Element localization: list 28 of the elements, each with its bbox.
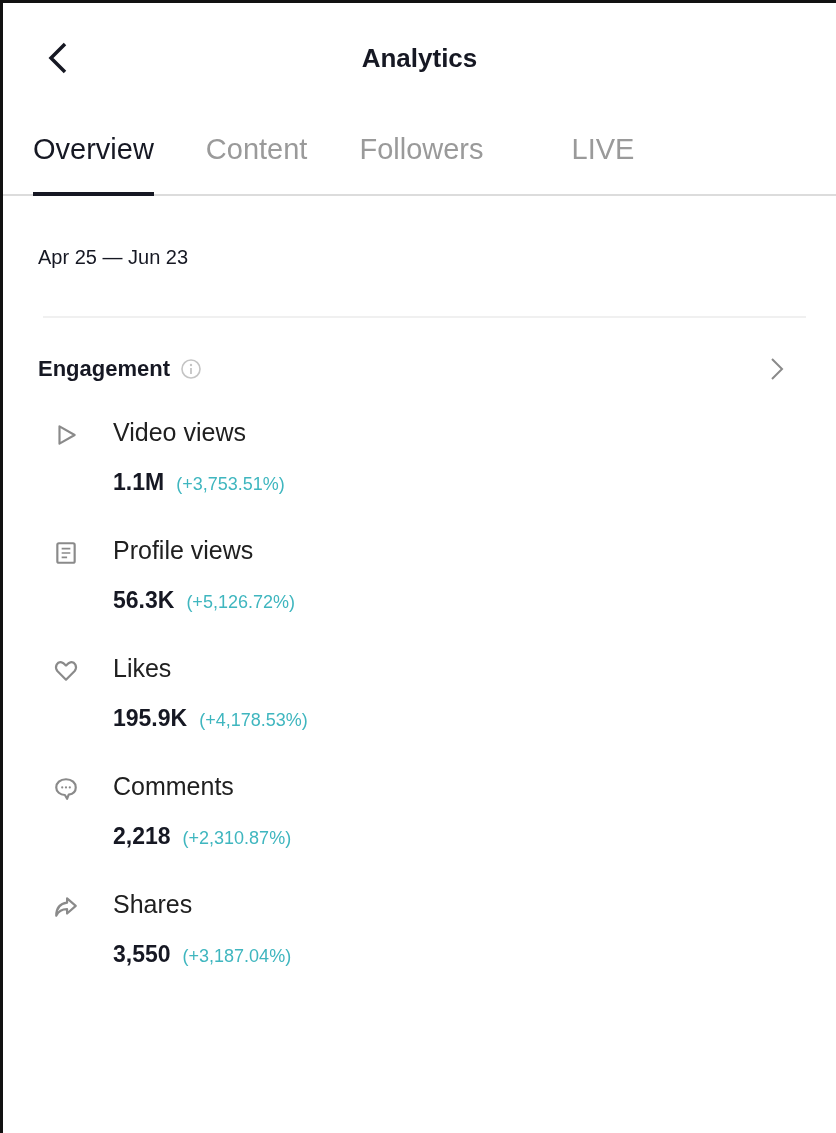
metric-label: Shares bbox=[113, 890, 194, 919]
metric-change: (+4,178.53%) bbox=[199, 710, 308, 731]
date-range: Apr 25 — Jun 23 bbox=[37, 245, 190, 270]
tab[interactable]: Followers bbox=[359, 113, 484, 196]
document-icon bbox=[53, 540, 79, 566]
metric-value: 3,550 bbox=[113, 941, 171, 968]
metric-label: Likes bbox=[113, 654, 173, 683]
metric-label: Profile views bbox=[113, 536, 255, 565]
heart-icon bbox=[53, 658, 79, 684]
section-title: Engagement bbox=[38, 356, 171, 382]
tab[interactable]: Overview bbox=[33, 113, 154, 196]
tab[interactable]: LIVE bbox=[571, 113, 635, 196]
metric-change: (+2,310.87%) bbox=[182, 828, 292, 849]
metric-value: 1.1M bbox=[113, 469, 165, 496]
tab[interactable]: Content bbox=[205, 113, 308, 196]
info-icon[interactable] bbox=[180, 358, 203, 380]
metric-change: (+3,753.51%) bbox=[176, 474, 285, 495]
metric-value: 2,218 bbox=[113, 823, 171, 850]
chevron-right-icon[interactable] bbox=[768, 356, 786, 382]
metric-value: 195.9K bbox=[113, 705, 188, 732]
share-icon bbox=[53, 894, 79, 920]
page-title: Analytics bbox=[361, 42, 478, 74]
metric-label: Video views bbox=[113, 418, 247, 447]
metric-label: Comments bbox=[113, 772, 235, 801]
metric-value: 56.3K bbox=[113, 587, 175, 614]
metric-change: (+3,187.04%) bbox=[182, 946, 292, 967]
metric-change: (+5,126.72%) bbox=[186, 592, 295, 613]
comment-icon bbox=[53, 776, 79, 802]
